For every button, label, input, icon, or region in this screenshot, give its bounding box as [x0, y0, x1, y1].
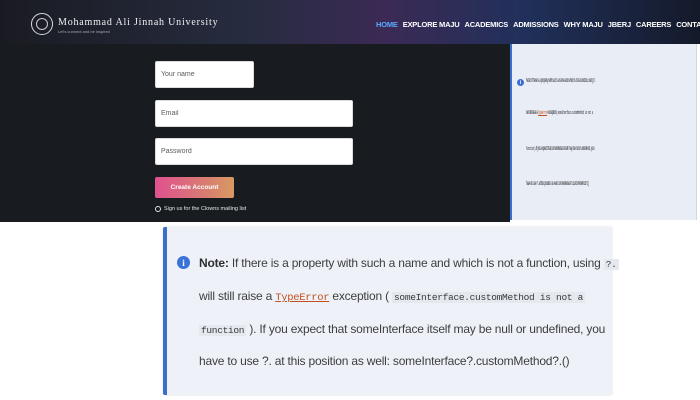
main-nav: HOME EXPLORE MAJU ACADEMICS ADMISSIONS W…	[376, 20, 700, 30]
note-large-line-2-text: will still raise a	[199, 289, 273, 303]
error-message-code: someInterface.customMethod is not a	[392, 292, 586, 303]
note-small-code-2: function	[526, 146, 535, 152]
note-large-line-1: Note: If there is a property with such a…	[199, 256, 619, 270]
nav-item-careers[interactable]: CAREERS	[636, 20, 671, 30]
nav-item-admissions[interactable]: ADMISSIONS	[513, 20, 559, 30]
email-input[interactable]	[155, 100, 353, 127]
note-large-line-2: will still raise a TypeError exception (…	[199, 289, 586, 304]
university-name[interactable]: Mohammad Ali Jinnah University	[58, 17, 218, 28]
info-icon: i	[177, 256, 190, 269]
note-large-line-4: have to use ?. at this position as well:…	[199, 354, 570, 368]
page: Mohammad Ali Jinnah University Let's con…	[0, 0, 700, 400]
typeerror-link[interactable]: TypeError	[538, 110, 547, 116]
nav-item-jberj[interactable]: JBERJ	[608, 20, 631, 30]
note-large-line-1-text: If there is a property with such a name …	[231, 256, 601, 270]
nav-item-contact[interactable]: CONTACT	[676, 20, 700, 30]
nav-item-why-maju[interactable]: WHY MAJU	[564, 20, 603, 30]
note-small-code: someInterface.customMethod is not a	[557, 110, 594, 116]
nav-item-academics[interactable]: ACADEMICS	[464, 20, 508, 30]
university-tagline: Let's connect and be inspired	[58, 29, 110, 34]
note-small-line-3: function ). If you expect that someInter…	[526, 146, 594, 152]
top-navbar: Mohammad Ali Jinnah University Let's con…	[0, 0, 700, 44]
mailing-list-checkbox[interactable]	[155, 206, 161, 212]
mailing-list-option[interactable]: Sign us for the Clowns mailing list	[155, 206, 246, 212]
mailing-list-label: Sign us for the Clowns mailing list	[164, 206, 247, 212]
note-large-line-3: function ). If you expect that someInter…	[199, 322, 605, 336]
note-small-line-4: have to use ?. at this position as well:…	[526, 181, 589, 187]
password-input[interactable]	[155, 138, 353, 165]
university-logo[interactable]	[31, 13, 53, 35]
note-large-line-2-text-b: exception (	[332, 289, 389, 303]
note-small-line-2-text-b: exception (	[547, 110, 558, 116]
signup-form-panel: Create Account Sign us for the Clowns ma…	[0, 44, 510, 222]
nav-item-explore-maju[interactable]: EXPLORE MAJU	[403, 20, 460, 30]
note-small-line-1: Note: If there is a property with such a…	[526, 78, 596, 84]
note-card-large: i Note: If there is a property with such…	[163, 227, 619, 395]
note-card-small: i Note: If there is a property with such…	[510, 44, 697, 220]
info-icon: i	[517, 79, 524, 86]
optional-chaining-code: ?.	[603, 259, 619, 270]
note-small-line-2-text: will still raise a	[526, 110, 538, 116]
create-account-button[interactable]: Create Account	[155, 177, 234, 198]
typeerror-link[interactable]: TypeError	[275, 292, 329, 304]
nav-item-home[interactable]: HOME	[376, 20, 398, 30]
note-label: Note:	[199, 256, 229, 270]
note-small-line-3-text: ). If you expect that someInterface itse…	[534, 146, 595, 152]
note-large-line-3-text: ). If you expect that someInterface itse…	[249, 322, 606, 336]
note-small-line-2: will still raise a TypeError exception (…	[526, 110, 593, 116]
name-input[interactable]	[155, 61, 254, 88]
error-message-code-end: function	[199, 325, 247, 336]
